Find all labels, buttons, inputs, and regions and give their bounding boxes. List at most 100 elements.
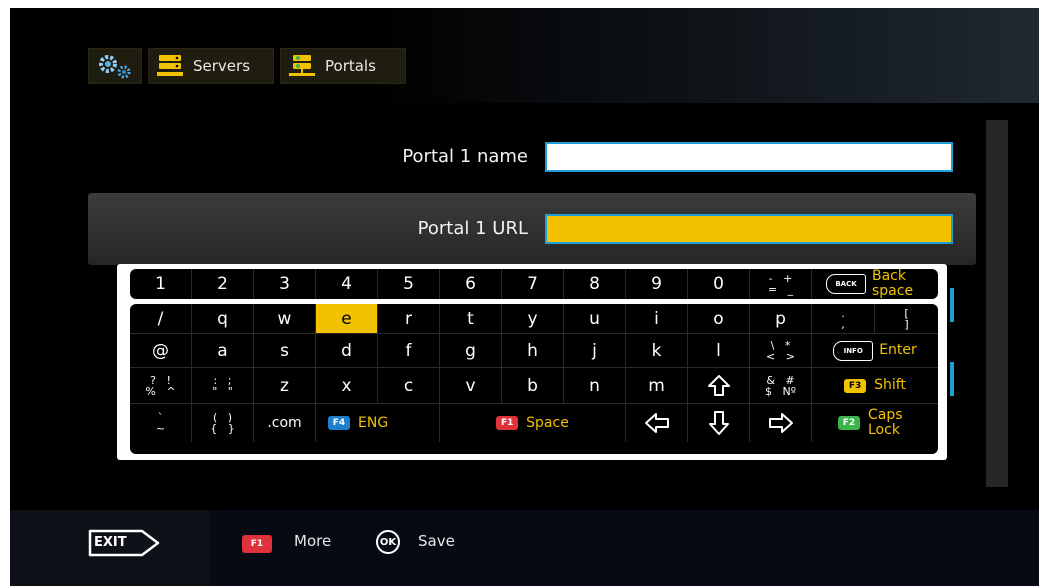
portal-name-label: Portal 1 name [402, 146, 528, 167]
portal-url-label: Portal 1 URL [417, 218, 528, 239]
backspace-label: Back space [872, 268, 914, 299]
sym-equals: = [767, 283, 778, 296]
key-b[interactable]: b [502, 368, 564, 404]
key-d[interactable]: d [316, 334, 378, 368]
dotcom-key[interactable]: .com [254, 404, 316, 442]
caps-lock-key[interactable]: F2 Caps Lock [812, 404, 938, 442]
key-j[interactable]: j [564, 334, 626, 368]
key-l[interactable]: l [688, 334, 750, 368]
sym-percent: % [145, 384, 156, 398]
server-stack-icon [155, 54, 185, 78]
right-arrow-key[interactable] [750, 404, 812, 442]
sym-greater-than: > [785, 349, 795, 363]
key-period-comma[interactable]: . , [812, 304, 875, 334]
key-7[interactable]: 7 [502, 269, 564, 299]
key-s[interactable]: s [254, 334, 316, 368]
f1-badge: F1 [496, 416, 519, 430]
scroll-indicator [950, 362, 954, 396]
sym-double-quote-2: " [227, 384, 233, 398]
space-label: Space [526, 414, 569, 431]
key-k[interactable]: k [626, 334, 688, 368]
shift-key[interactable]: F3 Shift [812, 368, 938, 404]
key-c[interactable]: c [378, 368, 440, 404]
key-at[interactable]: @ [130, 334, 192, 368]
enter-key[interactable]: INFO Enter [812, 334, 938, 368]
key-amp-hash[interactable]: & # $ Nº [750, 368, 812, 404]
key-i[interactable]: i [626, 304, 688, 334]
sym-open-brace: { [210, 422, 218, 435]
backspace-key[interactable]: BACK Back space [812, 269, 938, 299]
key-symbols-minus-plus[interactable]: - + = _ [750, 269, 812, 299]
key-5[interactable]: 5 [378, 269, 440, 299]
enter-label: Enter [879, 342, 917, 358]
f1-more-badge: F1 [242, 535, 272, 553]
key-n[interactable]: n [564, 368, 626, 404]
key-v[interactable]: v [440, 368, 502, 404]
key-3[interactable]: 3 [254, 269, 316, 299]
key-e-selected[interactable]: e [316, 304, 378, 334]
sym-tilde: ~ [155, 422, 166, 435]
key-r[interactable]: r [378, 304, 440, 334]
sym-dollar: $ [765, 384, 773, 398]
key-backtick-tilde[interactable]: ` ~ [130, 404, 192, 442]
key-a[interactable]: a [192, 334, 254, 368]
key-o[interactable]: o [688, 304, 750, 334]
key-8[interactable]: 8 [564, 269, 626, 299]
language-key[interactable]: F4 ENG [316, 404, 440, 442]
key-colon-semicolon[interactable]: : ; " " [192, 368, 254, 404]
left-arrow-key[interactable] [626, 404, 688, 442]
f3-badge: F3 [844, 378, 867, 393]
key-t[interactable]: t [440, 304, 502, 334]
portal-server-icon [287, 54, 317, 78]
key-backslash-lt-gt[interactable]: \ * < > [750, 334, 812, 368]
key-f[interactable]: f [378, 334, 440, 368]
scroll-indicator [950, 288, 954, 322]
sym-close-bracket: ] [904, 317, 909, 331]
key-slash[interactable]: / [130, 304, 192, 334]
arrow-left-icon [644, 413, 669, 433]
settings-crumb[interactable] [88, 48, 142, 84]
down-arrow-key[interactable] [688, 404, 750, 442]
key-parens-braces[interactable]: ( ) { } [192, 404, 254, 442]
shift-label: Shift [874, 377, 906, 393]
key-0[interactable]: 0 [688, 269, 750, 299]
key-h[interactable]: h [502, 334, 564, 368]
key-y[interactable]: y [502, 304, 564, 334]
key-2[interactable]: 2 [192, 269, 254, 299]
screen: Servers Portals Portal 1 name Portal 1 U… [10, 8, 1039, 586]
shift-arrow-key[interactable] [688, 368, 750, 404]
portals-crumb[interactable]: Portals [280, 48, 406, 84]
more-label[interactable]: More [294, 532, 331, 550]
sym-comma: , [841, 317, 845, 331]
scrollbar[interactable] [986, 120, 1008, 487]
key-question-exclaim[interactable]: ? ! % ^ [130, 368, 192, 404]
key-9[interactable]: 9 [626, 269, 688, 299]
letter-grid: / q w e r t y u i o p . , [ ] @ a s d f [130, 304, 938, 454]
exit-button[interactable]: EXIT [10, 510, 210, 586]
key-x[interactable]: x [316, 368, 378, 404]
save-label[interactable]: Save [418, 532, 455, 550]
key-1[interactable]: 1 [130, 269, 192, 299]
key-brackets[interactable]: [ ] [875, 304, 938, 334]
space-key[interactable]: F1 Space [440, 404, 626, 442]
key-p[interactable]: p [750, 304, 812, 334]
caps-lock-label: Caps Lock [868, 407, 903, 438]
key-4[interactable]: 4 [316, 269, 378, 299]
key-m[interactable]: m [626, 368, 688, 404]
key-g[interactable]: g [440, 334, 502, 368]
servers-label: Servers [193, 57, 251, 75]
portal-url-input[interactable] [545, 214, 953, 244]
sym-close-brace: } [227, 422, 235, 435]
gears-icon [99, 55, 131, 79]
on-screen-keyboard: 1 2 3 4 5 6 7 8 9 0 - + = _ BACK Back sp… [117, 264, 947, 460]
sym-open-bracket: [ [904, 306, 909, 320]
key-w[interactable]: w [254, 304, 316, 334]
key-6[interactable]: 6 [440, 269, 502, 299]
arrow-right-icon [768, 413, 793, 433]
servers-crumb[interactable]: Servers [148, 48, 274, 84]
key-u[interactable]: u [564, 304, 626, 334]
sym-underscore: _ [787, 283, 794, 296]
portal-name-input[interactable] [545, 142, 953, 172]
key-z[interactable]: z [254, 368, 316, 404]
key-q[interactable]: q [192, 304, 254, 334]
